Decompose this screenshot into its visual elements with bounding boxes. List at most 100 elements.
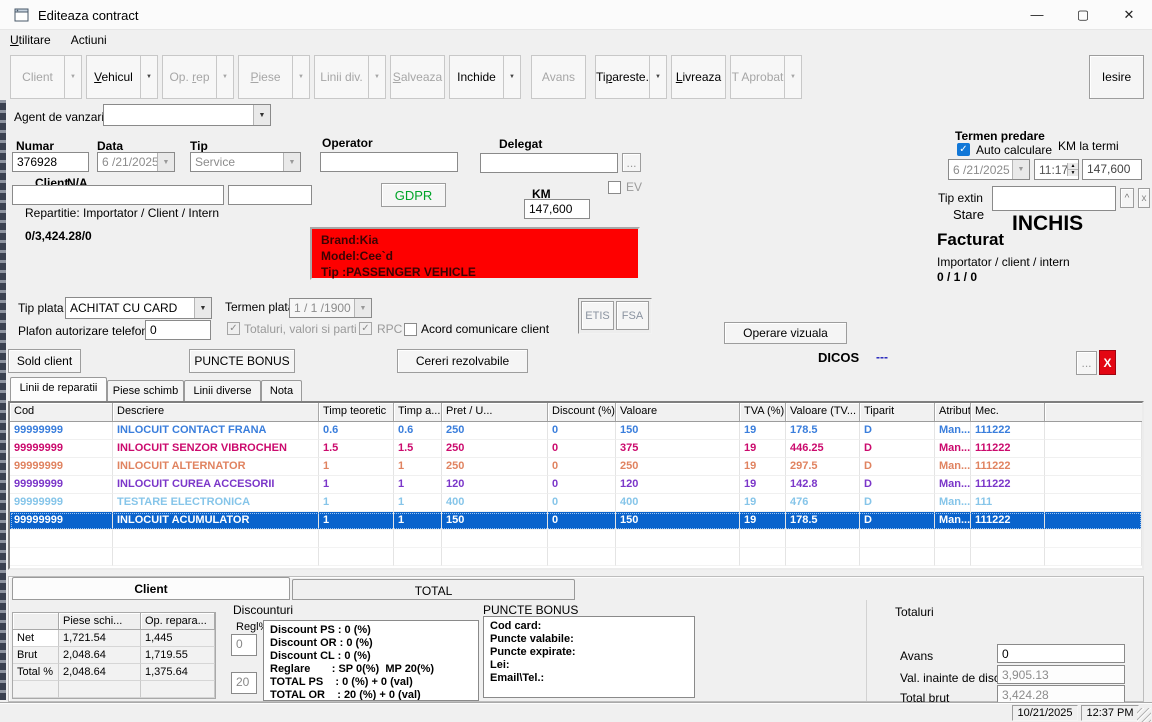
client-totals-table: Piese schi...Op. repara...Net1,721.541,4… — [12, 612, 216, 699]
column-header-valoare[interactable]: Valoare — [616, 403, 740, 421]
tab-total[interactable]: TOTAL — [292, 579, 575, 600]
chevron-down-icon[interactable]: ▼ — [253, 105, 270, 125]
km-field[interactable]: 147,600 — [524, 199, 590, 219]
puncte-bonus-button[interactable]: PUNCTE BONUS — [189, 349, 295, 373]
tip-plata-combobox[interactable]: ACHITAT CU CARD ▼ — [65, 297, 212, 319]
grid-row[interactable]: 99999999INLOCUIT SENZOR VIBROCHEN1.51.52… — [10, 440, 1142, 458]
column-header-pret-u[interactable]: Pret / U... — [442, 403, 548, 421]
column-header-tva[interactable]: TVA (%) — [740, 403, 786, 421]
avans-field[interactable]: 0 — [997, 644, 1125, 663]
tab-piese-schimb[interactable]: Piese schimb — [107, 380, 184, 401]
tab-client[interactable]: Client — [12, 577, 290, 600]
menu-utilitare[interactable]: Utilitare — [0, 30, 61, 52]
operare-vizuala-button[interactable]: Operare vizuala — [724, 322, 847, 344]
cereri-rezolvabile-button[interactable]: Cereri rezolvabile — [397, 349, 528, 373]
tab-nota[interactable]: Nota — [261, 380, 302, 401]
text-line: Puncte expirate: — [490, 646, 688, 659]
column-header-discount[interactable]: Discount (%) — [548, 403, 616, 421]
gdpr-button[interactable]: GDPR — [381, 183, 446, 207]
toolbar-client-dropdown-icon[interactable]: ▼ — [65, 55, 82, 99]
toolbar-avans-button[interactable]: Avans — [531, 55, 586, 99]
client-field-1[interactable] — [12, 185, 224, 205]
text-line: TOTAL PS : 0 (%) + 0 (val) — [270, 676, 472, 689]
toolbar-op-rep-button[interactable]: Op. rep — [162, 55, 217, 99]
resize-grip[interactable] — [1137, 708, 1151, 722]
repair-lines-grid: CodDescriereTimp teoreticTimp a...Pret /… — [8, 401, 1144, 570]
spinner-buttons[interactable]: ▲ ▼ — [1067, 163, 1078, 176]
client-field-2[interactable] — [228, 185, 312, 205]
toolbar-tipareste-dropdown-icon[interactable]: ▼ — [650, 55, 667, 99]
title-bar: Editeaza contract — ▢ ✕ — [0, 0, 1152, 30]
regl-field-1[interactable]: 0 — [231, 634, 257, 656]
delegat-browse-button[interactable]: ... — [622, 153, 641, 172]
column-header-mec[interactable]: Mec. — [971, 403, 1045, 421]
plafon-field[interactable]: 0 — [145, 320, 211, 340]
agent-combobox[interactable]: ▼ — [103, 104, 271, 126]
puncte-bonus-panel: Cod card:Puncte valabile:Puncte expirate… — [483, 616, 695, 698]
tip-extins-clear-button[interactable]: x — [1138, 188, 1150, 208]
km-la-termen-field[interactable]: 147,600 — [1082, 159, 1142, 180]
column-header-tiparit[interactable]: Tiparit — [860, 403, 935, 421]
toolbar-client-button[interactable]: Client — [10, 55, 65, 99]
menu-actiuni[interactable]: Actiuni — [61, 30, 117, 52]
column-header-timp-a[interactable]: Timp a... — [394, 403, 442, 421]
toolbar-linii-div-button[interactable]: Linii div. — [314, 55, 369, 99]
grid-body: 99999999INLOCUIT CONTACT FRANA0.60.62500… — [10, 422, 1142, 566]
toolbar-vehicul-button[interactable]: Vehicul — [86, 55, 141, 99]
tab-linii-diverse[interactable]: Linii diverse — [184, 380, 261, 401]
toolbar-t-aprobat-dropdown-icon[interactable]: ▼ — [785, 55, 802, 99]
toolbar-t-aprobat-button[interactable]: T Aprobat — [730, 55, 785, 99]
minimize-icon[interactable]: — — [1014, 0, 1060, 30]
plafon-label: Plafon autorizare telefonica — [18, 324, 163, 338]
maximize-icon[interactable]: ▢ — [1060, 0, 1106, 30]
auto-calculare-label: Auto calculare — [976, 143, 1052, 157]
close-icon[interactable]: ✕ — [1106, 0, 1152, 30]
acord-checkbox[interactable] — [404, 323, 417, 336]
operator-field[interactable] — [320, 152, 458, 172]
grid-row[interactable]: 99999999TESTARE ELECTRONICA1140004001947… — [10, 494, 1142, 512]
etis-button[interactable]: ETIS — [581, 301, 614, 330]
column-header-timp-teoretic[interactable]: Timp teoretic — [319, 403, 394, 421]
regl-field-2[interactable]: 20 — [231, 672, 257, 694]
fsa-button[interactable]: FSA — [616, 301, 649, 330]
sold-client-button[interactable]: Sold client — [8, 349, 81, 373]
grid-row[interactable]: 99999999INLOCUIT ACUMULATOR1115001501917… — [10, 512, 1142, 530]
toolbar-tipareste-button[interactable]: Tipareste... — [595, 55, 650, 99]
column-header-descriere[interactable]: Descriere — [113, 403, 319, 421]
facturat-label: Facturat — [937, 230, 1004, 250]
toolbar-salveaza-button[interactable]: Salveaza — [390, 55, 445, 99]
tip-extins-up-button[interactable]: ^ — [1120, 188, 1134, 208]
column-header-cod[interactable]: Cod — [10, 403, 113, 421]
numar-field[interactable]: 376928 — [12, 152, 89, 172]
spin-up-icon[interactable]: ▲ — [1068, 163, 1078, 170]
more-options-button[interactable]: ... — [1076, 351, 1097, 375]
toolbar-livreaza-button[interactable]: Livreaza — [671, 55, 726, 99]
toolbar-op-rep-dropdown-icon[interactable]: ▼ — [217, 55, 234, 99]
toolbar-iesire-button[interactable]: Iesire — [1089, 55, 1144, 99]
column-header-atribut[interactable]: Atribut — [935, 403, 971, 421]
stare-label: Stare — [953, 207, 984, 222]
grid-row[interactable]: 99999999INLOCUIT CONTACT FRANA0.60.62500… — [10, 422, 1142, 440]
grid-row[interactable]: 99999999INLOCUIT CUREA ACCESORII11120012… — [10, 476, 1142, 494]
tip-extins-field[interactable] — [992, 186, 1116, 211]
delegat-field[interactable] — [480, 153, 618, 173]
chevron-down-icon[interactable]: ▼ — [194, 298, 211, 318]
column-header-valoare-tv[interactable]: Valoare (TV... — [786, 403, 860, 421]
dicos-label: DICOS — [818, 350, 859, 365]
toolbar-piese-button[interactable]: Piese — [238, 55, 293, 99]
red-x-button[interactable]: X — [1099, 350, 1116, 375]
ev-checkbox[interactable] — [608, 181, 621, 194]
client-totals-empty-row — [13, 681, 215, 698]
toolbar-inchide-button[interactable]: Inchide — [449, 55, 504, 99]
tab-linii-de-reparatii[interactable]: Linii de reparatii — [10, 377, 107, 401]
toolbar-piese-dropdown-icon[interactable]: ▼ — [293, 55, 310, 99]
toolbar-vehicul-dropdown-icon[interactable]: ▼ — [141, 55, 158, 99]
termen-time-spinner[interactable]: 11:17 ▲ ▼ — [1034, 159, 1079, 180]
toolbar-inchide-dropdown-icon[interactable]: ▼ — [504, 55, 521, 99]
grid-row[interactable]: 99999999INLOCUIT ALTERNATOR1125002501929… — [10, 458, 1142, 476]
spin-down-icon[interactable]: ▼ — [1068, 170, 1078, 176]
km-la-termen-label: KM la termi — [1058, 139, 1119, 153]
toolbar-group-salveaza: Salveaza — [390, 55, 445, 99]
auto-calculare-checkbox[interactable]: ✓ — [957, 143, 970, 156]
toolbar-linii-div-dropdown-icon[interactable]: ▼ — [369, 55, 386, 99]
